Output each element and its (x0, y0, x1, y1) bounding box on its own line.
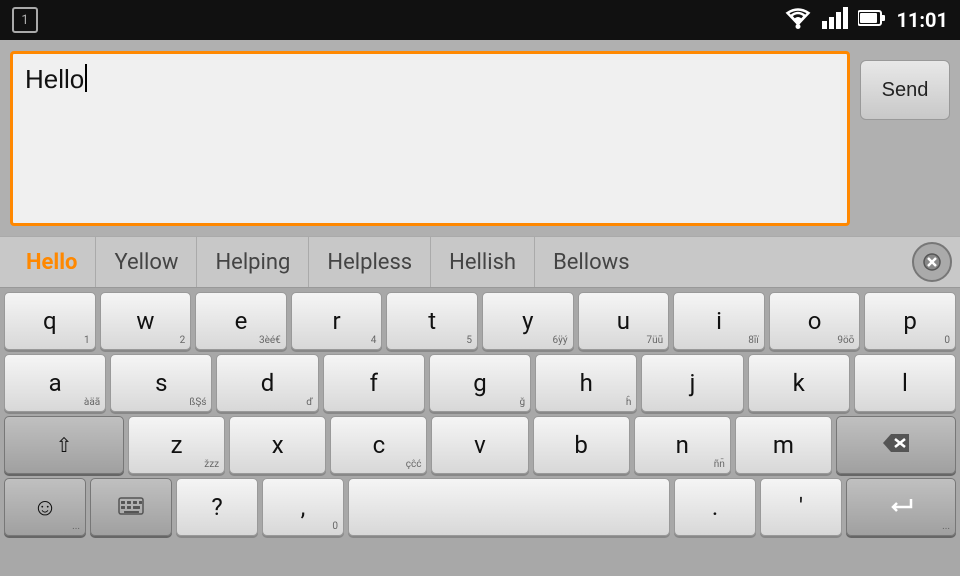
suggestion-helpless[interactable]: Helpless (309, 237, 431, 287)
suggestions-row: Hello Yellow Helping Helpless Hellish Be… (0, 236, 960, 288)
input-row: Hello Send (0, 40, 960, 236)
key-n[interactable]: nñn̄ (634, 416, 731, 474)
key-h[interactable]: hĥ (535, 354, 637, 412)
key-o[interactable]: o9öō (769, 292, 861, 350)
key-w[interactable]: w2 (100, 292, 192, 350)
key-l[interactable]: l (854, 354, 956, 412)
keyboard-switch-key[interactable] (90, 478, 172, 536)
key-z[interactable]: zžzz (128, 416, 225, 474)
key-g[interactable]: gğ (429, 354, 531, 412)
suggestion-hellish[interactable]: Hellish (431, 237, 535, 287)
key-s[interactable]: sßŞś (110, 354, 212, 412)
key-m[interactable]: m (735, 416, 832, 474)
signal-icon (822, 7, 848, 33)
key-x[interactable]: x (229, 416, 326, 474)
emoji-key[interactable]: ☺... (4, 478, 86, 536)
key-t[interactable]: t5 (386, 292, 478, 350)
suggestion-yellow[interactable]: Yellow (96, 237, 197, 287)
input-text: Hello (25, 64, 84, 95)
shift-key[interactable]: ⇧ (4, 416, 124, 474)
key-y[interactable]: y6ÿý (482, 292, 574, 350)
suggestion-bellows[interactable]: Bellows (535, 237, 648, 287)
send-button[interactable]: Send (860, 60, 950, 120)
text-input-box[interactable]: Hello (10, 51, 850, 226)
space-key[interactable] (348, 478, 670, 536)
text-cursor (85, 64, 87, 92)
key-r[interactable]: r4 (291, 292, 383, 350)
key-row-2: aàäã sßŞś dď f gğ hĥ j k l (4, 354, 956, 412)
enter-key[interactable]: ... (846, 478, 956, 536)
suggestion-hello[interactable]: Hello (8, 237, 96, 287)
status-left: 1 (12, 7, 38, 33)
key-j[interactable]: j (641, 354, 743, 412)
key-d[interactable]: dď (216, 354, 318, 412)
key-row-4: ☺... ? ,0 . ' ... (4, 478, 956, 536)
key-row-1: q1 w2 e3èé€ r4 t5 y6ÿý u7üū i8īï o9öō p0 (4, 292, 956, 350)
key-k[interactable]: k (748, 354, 850, 412)
notification-icon: 1 (12, 7, 38, 33)
key-q[interactable]: q1 (4, 292, 96, 350)
key-question[interactable]: ? (176, 478, 258, 536)
key-a[interactable]: aàäã (4, 354, 106, 412)
wifi-icon (784, 7, 812, 33)
key-e[interactable]: e3èé€ (195, 292, 287, 350)
key-f[interactable]: f (323, 354, 425, 412)
key-comma[interactable]: ,0 (262, 478, 344, 536)
battery-icon (858, 9, 886, 31)
key-apostrophe[interactable]: ' (760, 478, 842, 536)
delete-key[interactable] (836, 416, 956, 474)
suggestion-close-button[interactable] (912, 242, 952, 282)
key-row-3: ⇧ zžzz x cçĉć v b nñn̄ m (4, 416, 956, 474)
status-right: 11:01 (784, 7, 948, 33)
key-i[interactable]: i8īï (673, 292, 765, 350)
key-v[interactable]: v (431, 416, 528, 474)
suggestion-helping[interactable]: Helping (197, 237, 309, 287)
key-p[interactable]: p0 (864, 292, 956, 350)
key-period[interactable]: . (674, 478, 756, 536)
key-c[interactable]: cçĉć (330, 416, 427, 474)
key-u[interactable]: u7üū (578, 292, 670, 350)
key-b[interactable]: b (533, 416, 630, 474)
keyboard: q1 w2 e3èé€ r4 t5 y6ÿý u7üū i8īï o9öō p0… (0, 288, 960, 576)
status-time: 11:01 (896, 8, 948, 32)
status-bar: 1 (0, 0, 960, 40)
